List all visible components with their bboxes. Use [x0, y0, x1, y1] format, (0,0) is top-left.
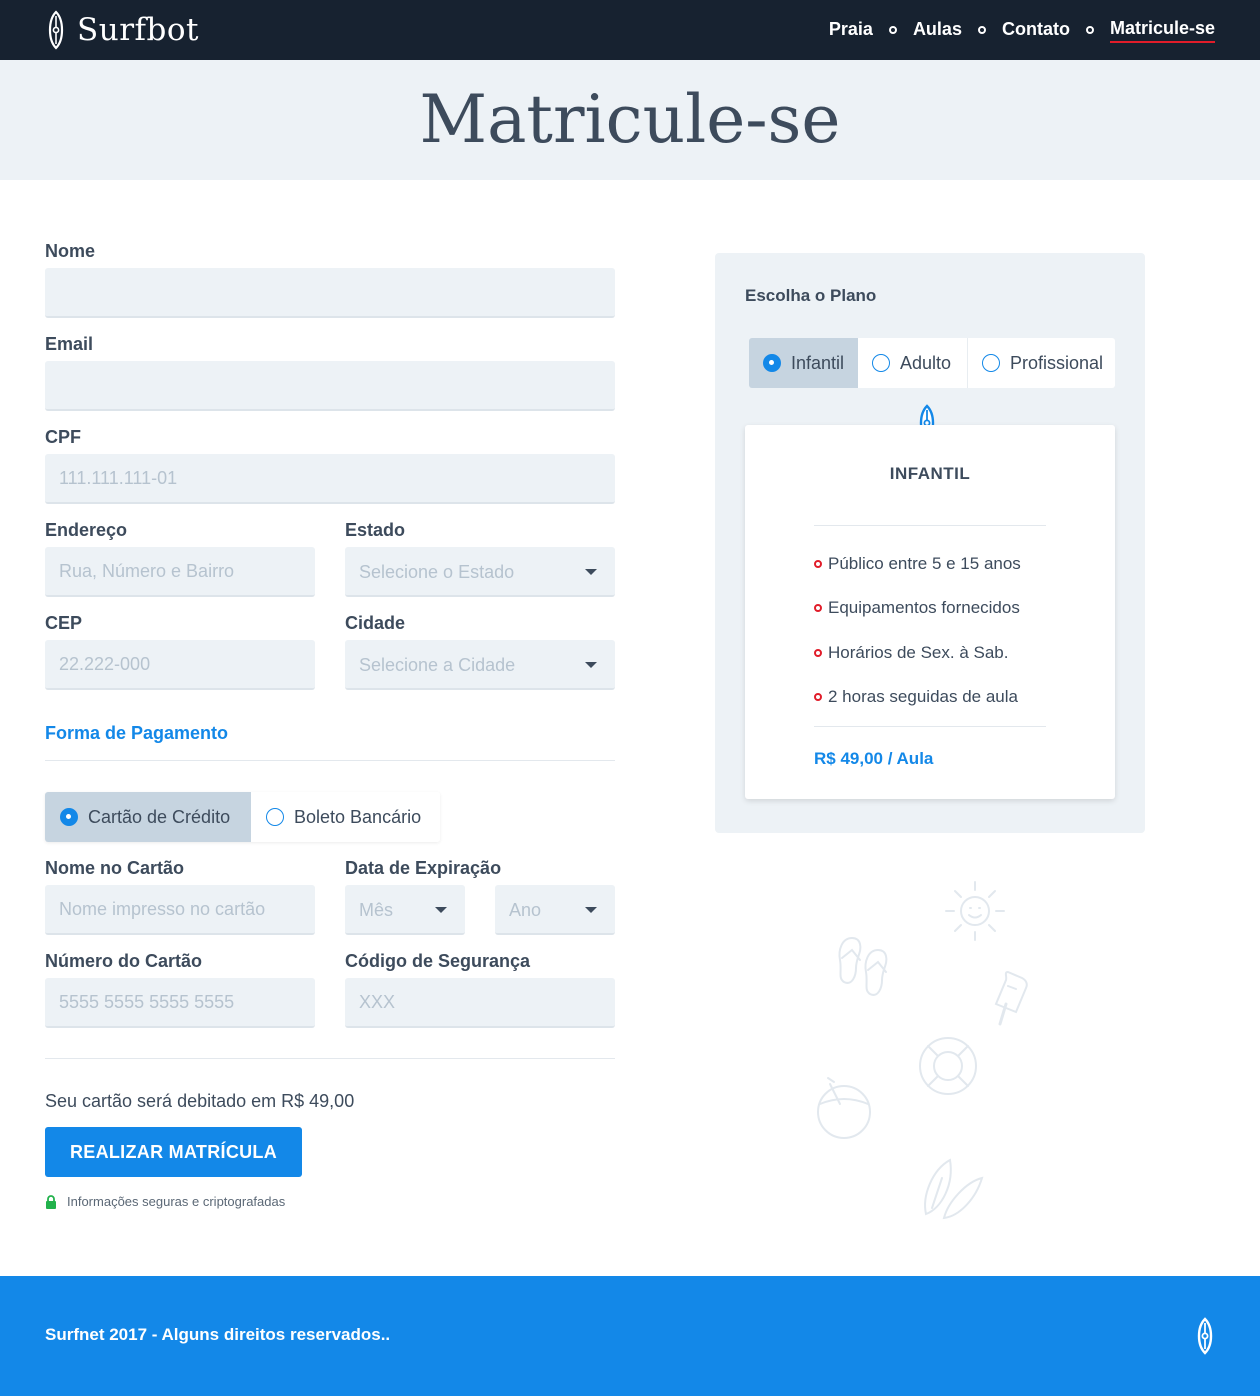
nome-label: Nome — [45, 241, 96, 261]
bullet-icon — [814, 560, 822, 568]
card-name-label: Nome no Cartão — [45, 858, 185, 878]
expiry-month-select[interactable]: Mês — [345, 885, 465, 935]
nav-separator — [1085, 26, 1094, 34]
cpf-label: CPF — [45, 427, 81, 447]
payment-option-boleto[interactable]: Boleto Bancário — [251, 792, 440, 842]
security-text: Informações seguras e criptografadas — [67, 1194, 286, 1209]
nav-separator — [977, 26, 986, 34]
plan-price: R$ 49,00 / Aula — [814, 749, 934, 768]
cep-input[interactable] — [45, 640, 315, 690]
life-ring-icon — [919, 1037, 977, 1095]
payment-option-credit-card[interactable]: Cartão de Crédito — [45, 792, 251, 842]
card-name-input[interactable] — [45, 885, 315, 935]
cidade-label: Cidade — [345, 613, 406, 633]
lock-icon — [46, 1194, 56, 1209]
coconut-icon — [817, 1077, 871, 1139]
endereco-label: Endereço — [45, 520, 128, 540]
bullet-icon — [814, 693, 822, 701]
nav-separator — [888, 26, 897, 34]
brand-name: Surfbot — [77, 12, 199, 48]
bullet-icon — [814, 649, 822, 657]
email-input[interactable] — [45, 361, 615, 411]
divider — [814, 726, 1046, 727]
card-number-input[interactable] — [45, 978, 315, 1028]
cvv-input[interactable] — [345, 978, 615, 1028]
footer-copyright: Surfnet 2017 - Alguns direitos reservado… — [45, 1325, 391, 1344]
nav-contato[interactable]: Contato — [1002, 19, 1070, 42]
email-label: Email — [45, 334, 94, 354]
sun-icon — [945, 881, 1005, 941]
surfboards-icon — [924, 1158, 984, 1220]
estado-select[interactable]: Selecione o Estado — [345, 547, 615, 597]
debit-summary: Seu cartão será debitado em R$ 49,00 — [45, 1091, 355, 1111]
surfboard-logo-icon — [48, 10, 64, 50]
plan-name: INFANTIL — [889, 464, 971, 483]
card-number-label: Número do Cartão — [45, 951, 203, 971]
top-navbar: Surfbot Praia Aulas Contato Matricule-se — [0, 0, 1260, 60]
expiry-label: Data de Expiração — [345, 858, 502, 878]
plan-feature: Equipamentos fornecidos — [814, 598, 1020, 618]
plan-feature-text: Equipamentos fornecidos — [828, 598, 1020, 617]
main-nav: Praia Aulas Contato Matricule-se — [829, 0, 1215, 60]
plan-option-label: Infantil — [791, 352, 845, 373]
plan-chooser: Escolha o Plano Infantil Adulto Profissi… — [715, 253, 1145, 833]
surfboard-logo-icon — [1197, 1317, 1213, 1355]
plan-feature: 2 horas seguidas de aula — [814, 687, 1018, 707]
divider — [814, 525, 1046, 526]
bullet-icon — [814, 604, 822, 612]
plan-feature: Horários de Sex. à Sab. — [814, 643, 1008, 663]
nome-input[interactable] — [45, 268, 615, 318]
radio-unchecked-icon — [982, 354, 1000, 372]
plan-title: Escolha o Plano — [745, 286, 877, 305]
plan-option-infantil[interactable]: Infantil — [749, 338, 858, 388]
submit-enrollment-button[interactable]: REALIZAR MATRÍCULA — [45, 1127, 302, 1177]
payment-option-label: Cartão de Crédito — [88, 806, 231, 827]
radio-unchecked-icon — [872, 354, 890, 372]
plan-feature-text: Público entre 5 e 15 anos — [828, 554, 1021, 573]
plan-option-label: Profissional — [1009, 352, 1103, 373]
cpf-input[interactable] — [45, 454, 615, 504]
brand-logo[interactable]: Surfbot — [45, 10, 199, 50]
cep-label: CEP — [45, 613, 83, 633]
divider — [45, 760, 615, 761]
caret-down-icon — [585, 907, 597, 913]
caret-down-icon — [585, 569, 597, 575]
radio-checked-icon — [60, 808, 78, 826]
payment-method-toggle: Cartão de Crédito Boleto Bancário — [45, 792, 440, 842]
expiry-year-select[interactable]: Ano — [495, 885, 615, 935]
nav-praia[interactable]: Praia — [829, 19, 873, 42]
page-title: Matricule-se — [419, 81, 841, 158]
caret-down-icon — [435, 907, 447, 913]
radio-unchecked-icon — [266, 808, 284, 826]
plan-option-profissional[interactable]: Profissional — [968, 338, 1115, 388]
plan-option-label: Adulto — [900, 352, 952, 373]
plan-toggle: Infantil Adulto Profissional — [749, 338, 1115, 388]
plan-details-card: INFANTIL Público entre 5 e 15 anos Equip… — [745, 425, 1115, 799]
month-placeholder: Mês — [359, 900, 394, 920]
nav-aulas[interactable]: Aulas — [913, 19, 962, 42]
cvv-label: Código de Segurança — [345, 951, 531, 971]
payment-option-label: Boleto Bancário — [294, 806, 422, 827]
plan-option-adulto[interactable]: Adulto — [858, 338, 968, 388]
divider — [45, 1058, 615, 1059]
year-placeholder: Ano — [509, 900, 542, 920]
payment-section-title: Forma de Pagamento — [45, 723, 229, 743]
page-footer: Surfnet 2017 - Alguns direitos reservado… — [0, 1276, 1260, 1396]
endereco-input[interactable] — [45, 547, 315, 597]
popsicle-icon — [994, 970, 1028, 1026]
caret-down-icon — [585, 662, 597, 668]
nav-matricule-se[interactable]: Matricule-se — [1109, 18, 1215, 43]
plan-feature-text: Horários de Sex. à Sab. — [828, 643, 1009, 662]
plan-feature: Público entre 5 e 15 anos — [814, 554, 1021, 574]
plan-feature-text: 2 horas seguidas de aula — [828, 687, 1018, 706]
beach-doodles — [817, 881, 1028, 1220]
estado-label: Estado — [345, 520, 406, 540]
radio-checked-icon — [763, 354, 781, 372]
flip-flops-icon — [838, 936, 888, 996]
estado-placeholder: Selecione o Estado — [359, 562, 515, 582]
cidade-placeholder: Selecione a Cidade — [359, 655, 516, 675]
security-note: Informações seguras e criptografadas — [45, 1194, 285, 1209]
cidade-select[interactable]: Selecione a Cidade — [345, 640, 615, 690]
page-hero: Matricule-se — [0, 60, 1260, 180]
